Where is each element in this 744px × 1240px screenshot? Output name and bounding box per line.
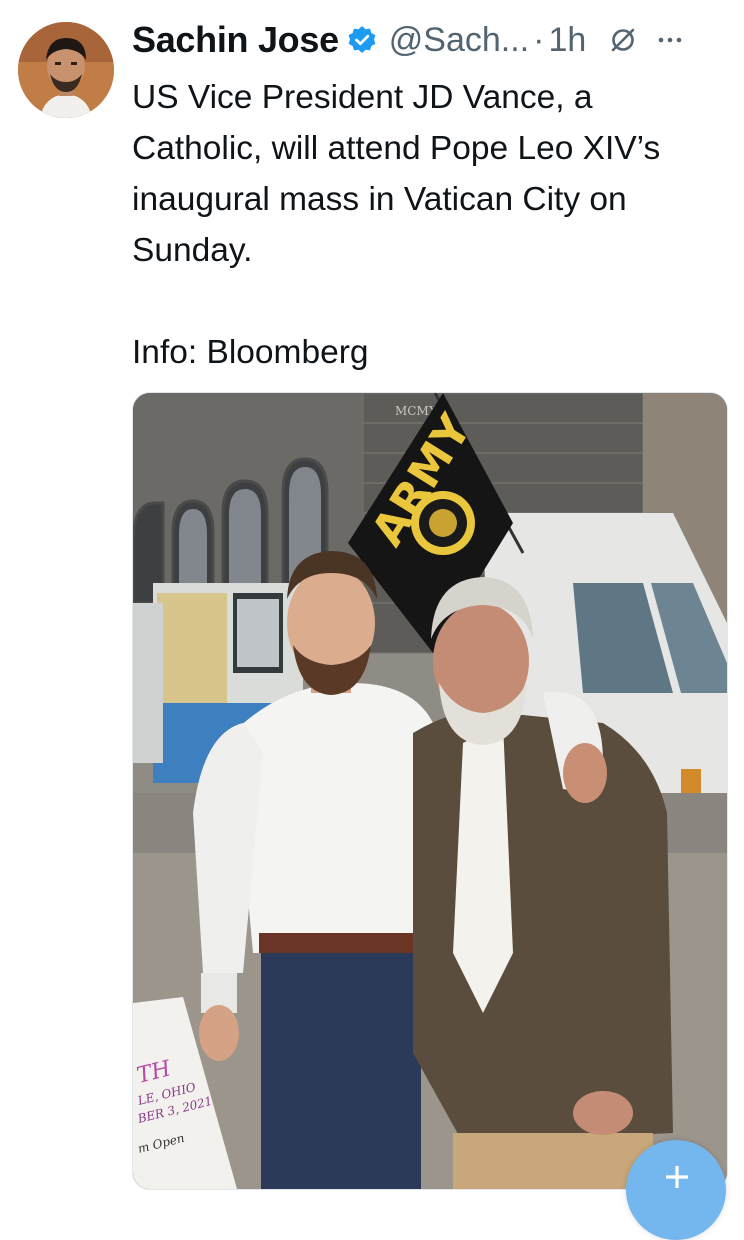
tweet-body: US Vice President JD Vance, a Catholic, … [132,72,722,378]
verified-badge-icon [348,26,376,53]
tweet-photo[interactable]: MCMXIX ARMY TH LE, OHIO BER 3, 2021 m Op… [132,392,728,1190]
more-dots-icon[interactable] [658,36,682,44]
separator-dot: · [533,20,545,59]
grok-icon[interactable] [610,27,636,53]
tweet-text: US Vice President JD Vance, a Catholic, … [132,79,661,269]
author-handle[interactable]: @Sach... [389,21,529,60]
author-name[interactable]: Sachin Jose [132,19,339,61]
compose-button[interactable] [626,1140,726,1240]
plus-icon [666,1166,688,1188]
tweet-header: Sachin Jose @Sach... · 1h [132,18,732,62]
tweet-source: Info: Bloomberg [132,334,369,371]
tweet-timestamp[interactable]: 1h [548,21,586,60]
author-avatar[interactable] [18,22,114,118]
